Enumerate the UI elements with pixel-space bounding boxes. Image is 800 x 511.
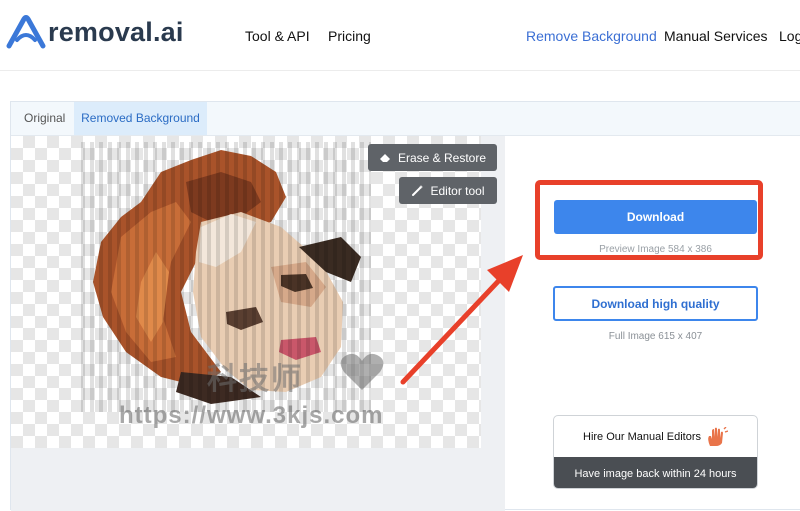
- nav-pricing[interactable]: Pricing: [328, 28, 371, 44]
- nav-remove-background[interactable]: Remove Background: [526, 28, 657, 44]
- eraser-icon: [379, 154, 390, 162]
- preview-image-info: Preview Image 584 x 386: [599, 244, 712, 255]
- erase-restore-label: Erase & Restore: [397, 150, 487, 165]
- full-image-info: Full Image 615 x 407: [608, 331, 703, 342]
- erase-restore-button[interactable]: Erase & Restore: [368, 144, 497, 171]
- brand-logo[interactable]: removal.ai: [6, 12, 184, 52]
- image-tabs: Original Removed Background: [11, 102, 800, 136]
- editor-tool-label: Editor tool: [430, 183, 485, 198]
- tab-removed-background[interactable]: Removed Background: [74, 102, 207, 135]
- download-high-quality-button[interactable]: Download high quality: [553, 286, 758, 321]
- editor-tool-button[interactable]: Editor tool: [399, 177, 497, 204]
- watermark-url-text: https://www.3kjs.com: [119, 402, 384, 429]
- manual-card-title: Hire Our Manual Editors: [583, 430, 701, 443]
- tab-original[interactable]: Original: [11, 102, 78, 135]
- brand-name: removal.ai: [48, 16, 184, 47]
- nav-tool-api[interactable]: Tool & API: [245, 28, 310, 44]
- watermark-chinese-text: 科技师: [207, 363, 303, 396]
- download-button[interactable]: Download: [554, 200, 757, 234]
- removal-ai-logo-icon: [6, 15, 46, 49]
- nav-login[interactable]: Log: [779, 28, 800, 44]
- manual-card-header: Hire Our Manual Editors: [554, 416, 757, 457]
- heart-icon: [340, 353, 384, 390]
- top-header: removal.ai Tool & API Pricing Remove Bac…: [0, 0, 800, 71]
- manual-card-subtitle: Have image back within 24 hours: [554, 457, 757, 488]
- arrow-icon: [400, 255, 523, 385]
- magic-wand-icon: [412, 185, 424, 196]
- hand-wave-icon: [708, 426, 728, 446]
- nav-manual-services[interactable]: Manual Services: [664, 28, 768, 44]
- hire-manual-editors-card[interactable]: Hire Our Manual Editors Have image back …: [553, 415, 758, 489]
